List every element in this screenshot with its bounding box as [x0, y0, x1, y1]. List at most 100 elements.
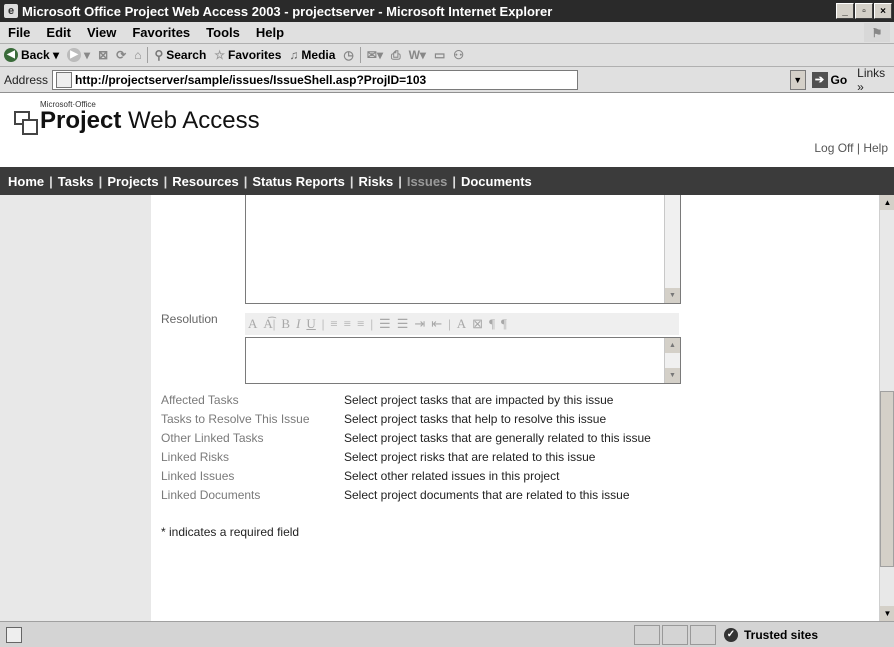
- scroll-down-arrow-icon[interactable]: ▼: [665, 288, 680, 303]
- font-icon[interactable]: A: [245, 316, 260, 332]
- messenger-button[interactable]: ⚇: [449, 48, 468, 62]
- bold-icon[interactable]: B: [278, 316, 293, 332]
- ie-logo-icon: e: [4, 4, 18, 18]
- align-left-icon[interactable]: ≡: [327, 316, 340, 332]
- nav-projects[interactable]: Projects: [107, 174, 158, 189]
- star-icon: ☆: [214, 48, 226, 62]
- menu-file[interactable]: File: [0, 25, 38, 40]
- nav-status-reports[interactable]: Status Reports: [252, 174, 344, 189]
- indent-icon[interactable]: ⇥: [411, 316, 428, 332]
- nav-resources[interactable]: Resources: [172, 174, 238, 189]
- list-item: Tasks to Resolve This Issue Select proje…: [161, 410, 651, 429]
- history-icon: ◷: [343, 48, 354, 62]
- refresh-icon: ⟳: [116, 48, 127, 62]
- address-label: Address: [4, 72, 49, 87]
- edit-word-button[interactable]: W▾: [405, 48, 430, 62]
- window-titlebar: e Microsoft Office Project Web Access 20…: [0, 0, 894, 22]
- page-scrollbar[interactable]: ▲ ▼: [879, 195, 894, 621]
- ltr-icon[interactable]: ¶: [486, 316, 498, 332]
- stop-button[interactable]: ⊠: [94, 48, 112, 62]
- description-textarea[interactable]: ▼: [245, 195, 681, 304]
- help-link[interactable]: Help: [863, 141, 888, 155]
- description-scrollbar[interactable]: ▼: [664, 195, 680, 303]
- history-button[interactable]: ◷: [339, 48, 357, 62]
- issue-form: ▼ Resolution A A͡| B I U | ≡ ≡ ≡ | ☰ ☰ ⇥…: [151, 195, 879, 621]
- home-button[interactable]: ⌂: [130, 48, 145, 62]
- scroll-down-arrow-icon[interactable]: ▼: [880, 606, 894, 621]
- menu-edit[interactable]: Edit: [38, 25, 79, 40]
- tasks-to-resolve-label: Tasks to Resolve This Issue: [161, 412, 310, 426]
- numbered-list-icon[interactable]: ☰: [376, 316, 394, 332]
- font-size-icon[interactable]: A͡|: [260, 316, 278, 332]
- menu-tools[interactable]: Tools: [198, 25, 248, 40]
- text-color-icon[interactable]: A: [454, 316, 469, 332]
- highlight-icon[interactable]: ⊠: [469, 316, 486, 332]
- left-side-pane: [0, 195, 151, 621]
- nav-home[interactable]: Home: [8, 174, 44, 189]
- minimize-button[interactable]: _: [836, 3, 854, 19]
- search-icon: ⚲: [154, 48, 164, 62]
- align-right-icon[interactable]: ≡: [354, 316, 367, 332]
- status-pane: [634, 624, 660, 645]
- other-linked-tasks-label: Other Linked Tasks: [161, 431, 264, 445]
- forward-button[interactable]: ▶ ▾: [63, 48, 94, 62]
- bullet-list-icon[interactable]: ☰: [394, 316, 412, 332]
- address-input[interactable]: http://projectserver/sample/issues/Issue…: [52, 69, 578, 90]
- status-bar: ✓ Trusted sites: [0, 621, 894, 647]
- resolution-textarea[interactable]: ▲ ▼: [245, 337, 681, 384]
- scroll-up-arrow-icon[interactable]: ▲: [880, 195, 894, 210]
- outdent-icon[interactable]: ⇤: [428, 316, 445, 332]
- favorites-label: Favorites: [228, 48, 282, 62]
- linked-documents-link[interactable]: Select project documents that are relate…: [344, 486, 630, 505]
- log-off-link[interactable]: Log Off: [814, 141, 853, 155]
- refresh-button[interactable]: ⟳: [112, 48, 130, 62]
- address-bar: Address http://projectserver/sample/issu…: [0, 66, 894, 94]
- media-icon: ♫: [289, 48, 299, 62]
- media-button[interactable]: ♫ Media: [285, 48, 339, 62]
- links-button[interactable]: Links »: [857, 66, 894, 94]
- logo-project-text: Project: [40, 107, 122, 134]
- resolution-label: Resolution: [161, 312, 218, 326]
- scroll-up-arrow-icon[interactable]: ▲: [665, 338, 680, 353]
- pwa-header: Microsoft·Office Project Web Access Log …: [0, 93, 894, 165]
- maximize-button[interactable]: ▫: [855, 3, 873, 19]
- search-button[interactable]: ⚲ Search: [150, 48, 210, 62]
- go-button[interactable]: ➔ Go: [811, 71, 848, 88]
- mail-button[interactable]: ✉▾: [363, 48, 387, 62]
- linked-risks-link[interactable]: Select project risks that are related to…: [344, 448, 595, 467]
- linked-issues-link[interactable]: Select other related issues in this proj…: [344, 467, 559, 486]
- menu-favorites[interactable]: Favorites: [124, 25, 198, 40]
- tasks-to-resolve-link[interactable]: Select project tasks that help to resolv…: [344, 410, 606, 429]
- print-icon: ⎙: [390, 47, 401, 62]
- discuss-button[interactable]: ▭: [430, 48, 449, 62]
- address-dropdown-button[interactable]: ▼: [789, 69, 806, 90]
- windows-flag-icon: ⚑: [864, 23, 890, 42]
- home-icon: ⌂: [134, 48, 142, 62]
- back-button[interactable]: ◀ Back ▾: [0, 48, 63, 62]
- italic-icon[interactable]: I: [293, 316, 303, 332]
- favorites-button[interactable]: ☆ Favorites: [210, 48, 285, 62]
- align-center-icon[interactable]: ≡: [341, 316, 354, 332]
- nav-issues[interactable]: Issues: [407, 174, 447, 189]
- resolution-scrollbar[interactable]: ▲ ▼: [664, 338, 680, 383]
- menu-view[interactable]: View: [79, 25, 124, 40]
- underline-icon[interactable]: U: [303, 316, 318, 332]
- menu-help[interactable]: Help: [248, 25, 292, 40]
- scroll-down-arrow-icon[interactable]: ▼: [665, 368, 680, 383]
- menu-bar: File Edit View Favorites Tools Help ⚑: [0, 22, 894, 44]
- toolbar-divider: [359, 47, 361, 63]
- other-linked-tasks-link[interactable]: Select project tasks that are generally …: [344, 429, 651, 448]
- print-button[interactable]: ⎙: [387, 48, 405, 63]
- messenger-icon: ⚇: [453, 48, 465, 62]
- rich-text-toolbar: A A͡| B I U | ≡ ≡ ≡ | ☰ ☰ ⇥ ⇤ | A ⊠ ¶ ¶: [245, 313, 679, 335]
- affected-tasks-link[interactable]: Select project tasks that are impacted b…: [344, 391, 613, 410]
- nav-risks[interactable]: Risks: [359, 174, 394, 189]
- nav-tasks[interactable]: Tasks: [58, 174, 94, 189]
- nav-documents[interactable]: Documents: [461, 174, 532, 189]
- toolbar-separator: |: [321, 316, 325, 331]
- security-zone: ✓ Trusted sites: [724, 627, 894, 642]
- go-label: Go: [830, 72, 848, 87]
- scrollbar-thumb[interactable]: [880, 391, 894, 567]
- close-button[interactable]: ×: [874, 3, 892, 19]
- rtl-icon[interactable]: ¶: [498, 316, 510, 332]
